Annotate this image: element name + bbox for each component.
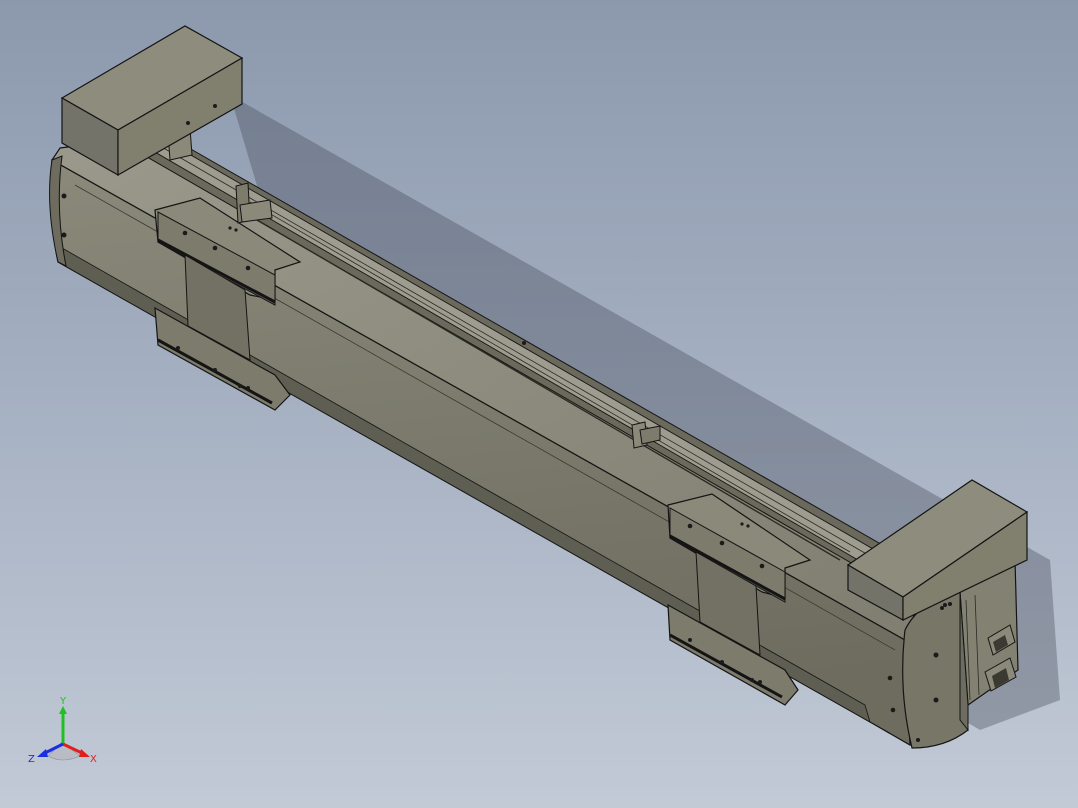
triad-x-label: X bbox=[90, 754, 97, 765]
carriage-screw bbox=[228, 226, 232, 230]
end-cap-left-screw bbox=[61, 232, 67, 238]
triad-z-arrow bbox=[37, 749, 48, 757]
carriage-screw bbox=[740, 522, 744, 526]
graphics-viewport[interactable]: Y X Z bbox=[0, 0, 1078, 808]
end-cap-left-screw bbox=[61, 193, 67, 199]
motor-cover-left[interactable] bbox=[60, 25, 244, 177]
triad-y-label: Y bbox=[59, 696, 67, 707]
rail-center-screw bbox=[522, 341, 526, 345]
triad-y-arrow bbox=[59, 706, 67, 714]
carriage-screw bbox=[746, 524, 750, 528]
triad-x-arrow bbox=[79, 749, 90, 757]
linear-actuator-model[interactable] bbox=[0, 0, 1078, 808]
coordinate-triad[interactable]: Y X Z bbox=[26, 694, 106, 770]
triad-z-label: Z bbox=[28, 754, 35, 765]
carriage-screw bbox=[234, 228, 238, 232]
